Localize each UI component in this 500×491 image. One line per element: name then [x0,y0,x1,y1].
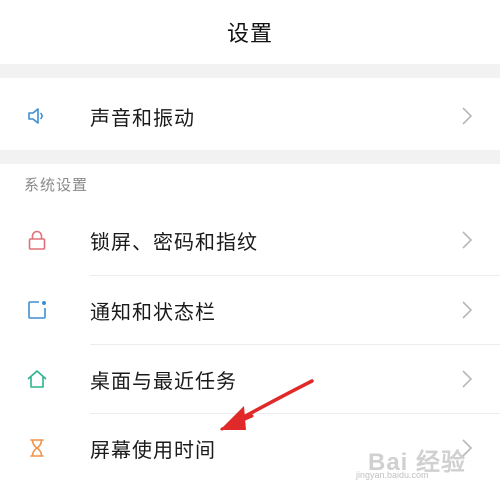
notification-icon [24,297,50,323]
section-separator [0,64,500,78]
chevron-right-icon [460,368,474,390]
lock-icon [24,227,50,253]
watermark-logo: Bai 经验 jingyan.baidu.com [350,440,490,484]
settings-item-label: 声音和振动 [90,105,195,130]
settings-item-home[interactable]: 桌面与最近任务 [0,345,500,413]
chevron-right-icon [460,229,474,251]
settings-item-label: 屏幕使用时间 [90,437,216,462]
section-title-system: 系统设置 [24,176,89,194]
page-title: 设置 [226,22,273,47]
settings-item-label: 桌面与最近任务 [90,368,237,393]
settings-item-lock[interactable]: 锁屏、密码和指纹 [0,206,500,274]
section-separator [0,150,500,164]
chevron-right-icon [460,105,474,127]
settings-item-label: 通知和状态栏 [90,299,216,324]
settings-item-label: 锁屏、密码和指纹 [90,229,258,254]
home-icon [24,366,50,392]
settings-item-sound[interactable]: 声音和振动 [0,82,500,150]
speaker-icon [24,103,50,129]
watermark-url: jingyan.baidu.com [356,470,429,480]
hourglass-icon [24,435,50,461]
settings-item-notification[interactable]: 通知和状态栏 [0,276,500,344]
header: 设置 [0,0,500,64]
chevron-right-icon [460,299,474,321]
